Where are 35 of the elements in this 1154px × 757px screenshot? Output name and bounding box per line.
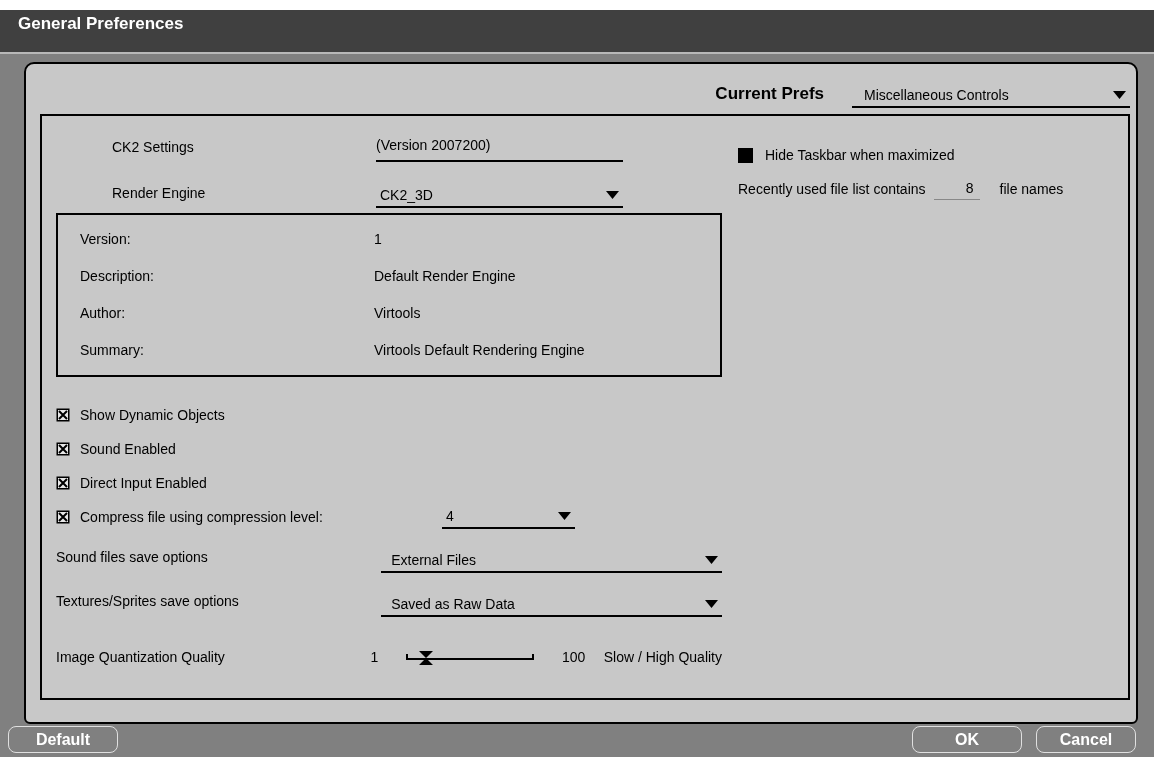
version-text: (Version 2007200) — [376, 135, 623, 162]
checkbox-label: Show Dynamic Objects — [80, 405, 226, 425]
info-label: Summary: — [79, 341, 145, 360]
info-label: Description: — [79, 267, 155, 286]
slider-min: 1 — [370, 648, 380, 667]
recent-files-label: Recently used file list contains — [738, 180, 926, 199]
dropdown[interactable]: External Files — [381, 549, 722, 573]
info-value: Default Render Engine — [374, 267, 516, 286]
dropdown[interactable]: CK2_3D — [376, 184, 623, 208]
option-label: Textures/Sprites save options — [56, 592, 240, 611]
cancel-button[interactable]: Cancel — [1036, 726, 1136, 753]
dropdown[interactable]: Saved as Raw Data — [381, 593, 722, 617]
current-prefs-label: Current Prefs — [715, 82, 824, 105]
ok-button[interactable]: OK — [912, 726, 1022, 753]
option-label: Sound files save options — [56, 548, 209, 567]
quantization-label: Image Quantization Quality — [56, 648, 226, 667]
checkbox-label: Hide Taskbar when maximized — [765, 145, 955, 165]
checkbox-label: Direct Input Enabled — [80, 473, 208, 493]
window-title: General Preferences — [18, 14, 184, 33]
slider-max: 100 — [562, 648, 587, 667]
info-value: Virtools Default Rendering Engine — [374, 341, 585, 360]
info-label: Version: — [79, 230, 132, 249]
quality-note: Slow / High Quality — [603, 648, 722, 667]
recent-count-field[interactable]: 8 — [933, 178, 980, 200]
ck2-settings-label: CK2 Settings — [111, 138, 195, 157]
info-value: 1 — [374, 230, 382, 249]
file-names-label: file names — [999, 180, 1064, 199]
dropdown[interactable]: Miscellaneous Controls — [852, 84, 1130, 108]
dropdown[interactable]: 4 — [442, 505, 575, 529]
render-engine-label: Render Engine — [111, 184, 207, 203]
info-value: Virtools — [374, 304, 421, 323]
default-button[interactable]: Default — [8, 726, 118, 753]
checkbox-label: Compress file using compression level: — [80, 507, 324, 527]
checkbox-label: Sound Enabled — [80, 439, 177, 459]
info-label: Author: — [79, 304, 127, 323]
